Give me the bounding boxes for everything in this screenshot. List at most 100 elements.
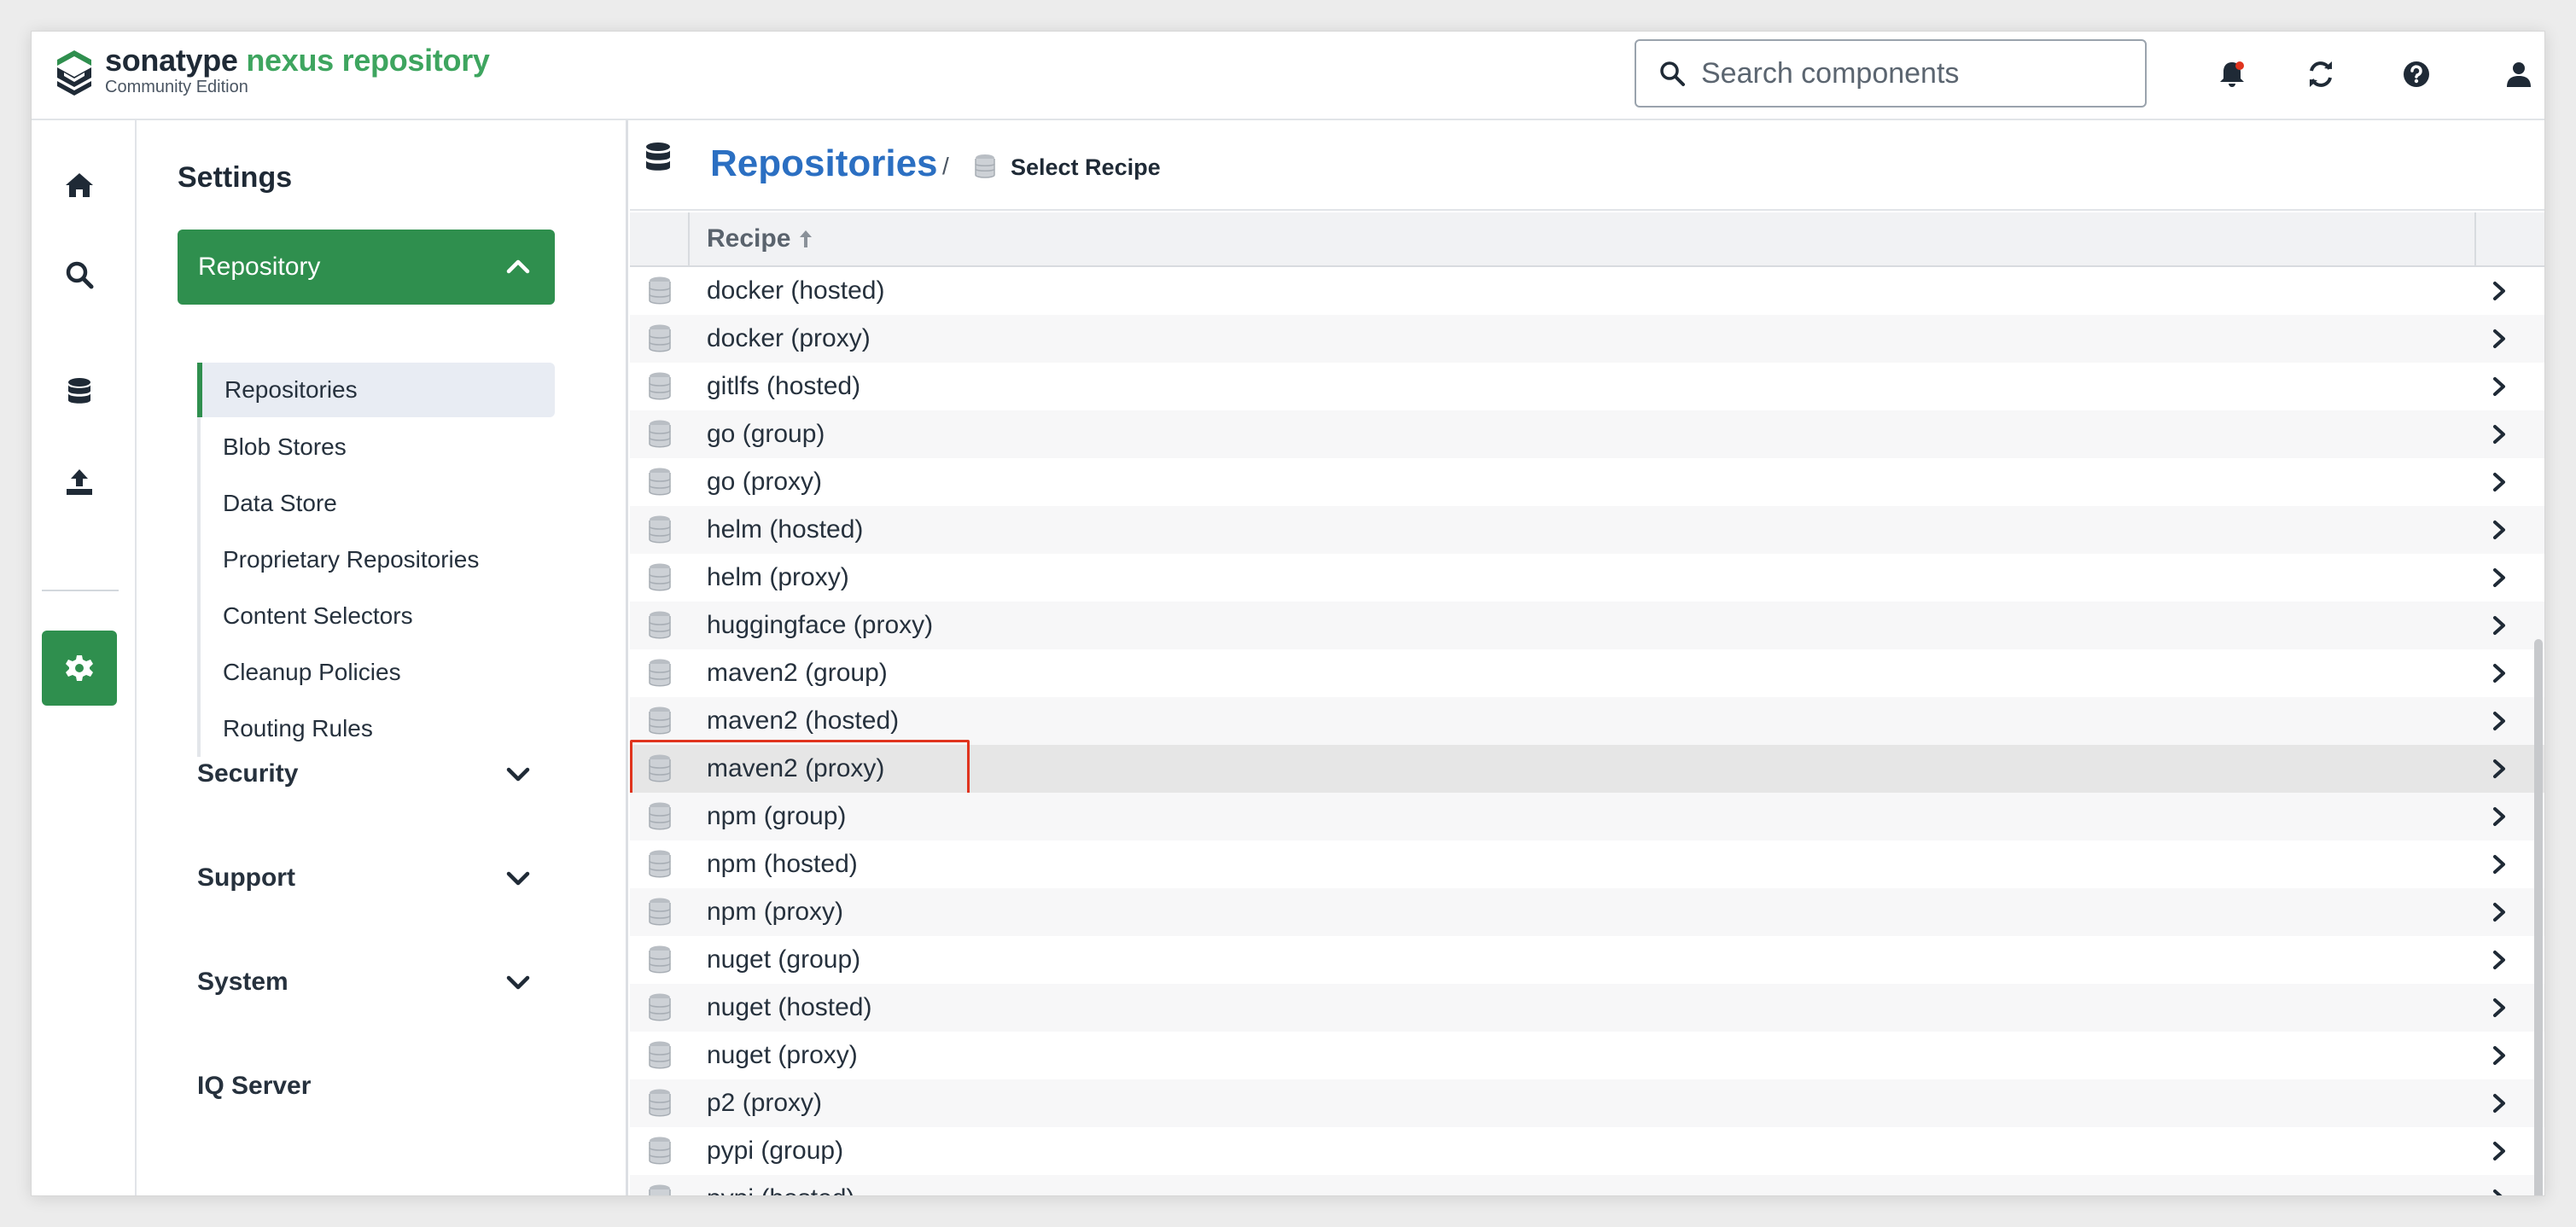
subnav-item-proprietary-repositories[interactable]: Proprietary Repositories — [201, 532, 555, 588]
recipe-name: nuget (proxy) — [707, 1041, 858, 1069]
search-box[interactable] — [1635, 39, 2147, 108]
main-content: Repositories / Select Recipe Recipe dock… — [630, 120, 2544, 1195]
nav-search-button[interactable] — [42, 237, 117, 312]
brand-sonatype: sonatype — [105, 43, 238, 78]
subnav-item-content-selectors[interactable]: Content Selectors — [201, 588, 555, 644]
table-row[interactable]: gitlfs (hosted) — [630, 363, 2544, 410]
edition-label: Community Edition — [105, 78, 248, 96]
left-icon-rail — [32, 120, 137, 1195]
repository-section-label: Repository — [198, 253, 321, 281]
sonatype-logo[interactable]: sonatype nexus repository Community Edit… — [52, 44, 490, 110]
chevron-right-icon — [2493, 377, 2505, 396]
table-row[interactable]: maven2 (group) — [630, 649, 2544, 697]
chevron-right-icon — [2493, 329, 2505, 348]
chevron-right-icon — [2493, 903, 2505, 922]
database-icon — [68, 378, 90, 404]
recipe-name: maven2 (group) — [707, 659, 888, 687]
table-row[interactable]: huggingface (proxy) — [630, 602, 2544, 649]
recipe-name: docker (hosted) — [707, 276, 885, 305]
subnav-item-data-store[interactable]: Data Store — [201, 475, 555, 532]
grid-header: Recipe — [630, 212, 2544, 267]
table-row[interactable]: docker (hosted) — [630, 267, 2544, 315]
table-row[interactable]: go (proxy) — [630, 458, 2544, 506]
repository-db-icon — [649, 754, 671, 782]
recipe-name: npm (hosted) — [707, 850, 858, 878]
section-label: IQ Server — [197, 1072, 312, 1100]
recipe-name: huggingface (proxy) — [707, 611, 934, 639]
subnav-label: Data Store — [223, 490, 337, 516]
recipe-name: helm (hosted) — [707, 515, 864, 544]
recipe-name: maven2 (hosted) — [707, 707, 900, 735]
support-section[interactable]: Support — [197, 852, 555, 904]
chevron-right-icon — [2493, 998, 2505, 1017]
chevron-right-icon — [2493, 425, 2505, 444]
repository-db-icon — [649, 468, 671, 496]
security-section[interactable]: Security — [197, 748, 555, 800]
nav-settings-button[interactable] — [42, 631, 117, 706]
chevron-right-icon — [2493, 951, 2505, 969]
notifications-button[interactable] — [2213, 55, 2251, 93]
sort-ascending-icon — [800, 230, 813, 247]
table-row[interactable]: p2 (proxy) — [630, 1079, 2544, 1127]
help-button[interactable] — [2398, 55, 2435, 93]
table-row[interactable]: npm (group) — [630, 793, 2544, 840]
refresh-icon — [2310, 61, 2332, 87]
chevron-down-icon — [506, 871, 530, 886]
repository-db-icon — [649, 802, 671, 830]
table-row[interactable]: helm (hosted) — [630, 506, 2544, 554]
repository-db-icon — [649, 563, 671, 591]
breadcrumb-separator: / — [942, 153, 949, 179]
table-row[interactable]: maven2 (hosted) — [630, 697, 2544, 745]
breadcrumb-repositories-link[interactable]: Repositories — [710, 142, 938, 185]
recipe-column-header[interactable]: Recipe — [707, 224, 814, 253]
table-row[interactable]: helm (proxy) — [630, 554, 2544, 602]
iq-server-section[interactable]: IQ Server — [197, 1061, 555, 1112]
recipe-name: docker (proxy) — [707, 324, 871, 352]
repository-db-icon — [649, 1089, 671, 1117]
recipe-name: maven2 (proxy) — [707, 754, 885, 782]
table-row[interactable]: npm (proxy) — [630, 888, 2544, 936]
table-row[interactable]: nuget (hosted) — [630, 984, 2544, 1032]
sonatype-logo-icon — [57, 50, 91, 96]
recipe-name: nuget (group) — [707, 945, 861, 974]
chevron-right-icon — [2493, 282, 2505, 300]
chevron-right-icon — [2493, 568, 2505, 587]
recipe-name: helm (proxy) — [707, 563, 849, 591]
search-input[interactable] — [1701, 56, 2128, 90]
table-row[interactable]: nuget (group) — [630, 936, 2544, 984]
brand-nexus-repository: nexus repository — [246, 43, 490, 78]
breadcrumb: Repositories / Select Recipe — [630, 120, 2544, 211]
recipe-name: pypi (group) — [707, 1137, 844, 1165]
rail-divider — [42, 590, 119, 591]
table-row[interactable]: maven2 (proxy) — [630, 740, 2544, 798]
grid-scrollbar[interactable] — [2532, 212, 2544, 1195]
table-row[interactable]: nuget (proxy) — [630, 1032, 2544, 1079]
recipe-name: go (proxy) — [707, 468, 823, 496]
subnav-item-repositories[interactable]: Repositories — [197, 363, 555, 417]
refresh-button[interactable] — [2302, 55, 2340, 93]
repository-db-icon — [649, 1184, 671, 1195]
repository-db-icon — [649, 1137, 671, 1165]
chevron-right-icon — [2493, 759, 2505, 778]
nav-browse-button[interactable] — [42, 354, 117, 429]
table-row[interactable]: npm (hosted) — [630, 840, 2544, 888]
app-window: sonatype nexus repository Community Edit… — [31, 31, 2545, 1196]
recipe-column-label: Recipe — [707, 224, 791, 253]
nav-home-button[interactable] — [42, 148, 117, 223]
repository-section-button[interactable]: Repository — [178, 230, 555, 305]
scrollbar-thumb[interactable] — [2534, 639, 2543, 1195]
gear-icon — [66, 655, 93, 681]
user-button[interactable] — [2500, 55, 2538, 93]
repository-db-icon — [649, 993, 671, 1021]
table-row[interactable]: docker (proxy) — [630, 315, 2544, 363]
chevron-down-icon — [506, 767, 530, 782]
system-section[interactable]: System — [197, 957, 555, 1008]
nav-upload-button[interactable] — [42, 445, 117, 520]
subnav-item-blob-stores[interactable]: Blob Stores — [201, 419, 555, 475]
subnav-item-cleanup-policies[interactable]: Cleanup Policies — [201, 644, 555, 701]
table-row[interactable]: go (group) — [630, 410, 2544, 458]
chevron-right-icon — [2493, 1189, 2503, 1195]
upload-icon — [67, 469, 92, 495]
table-row[interactable]: pypi (hosted) — [630, 1175, 2544, 1195]
table-row[interactable]: pypi (group) — [630, 1127, 2544, 1175]
